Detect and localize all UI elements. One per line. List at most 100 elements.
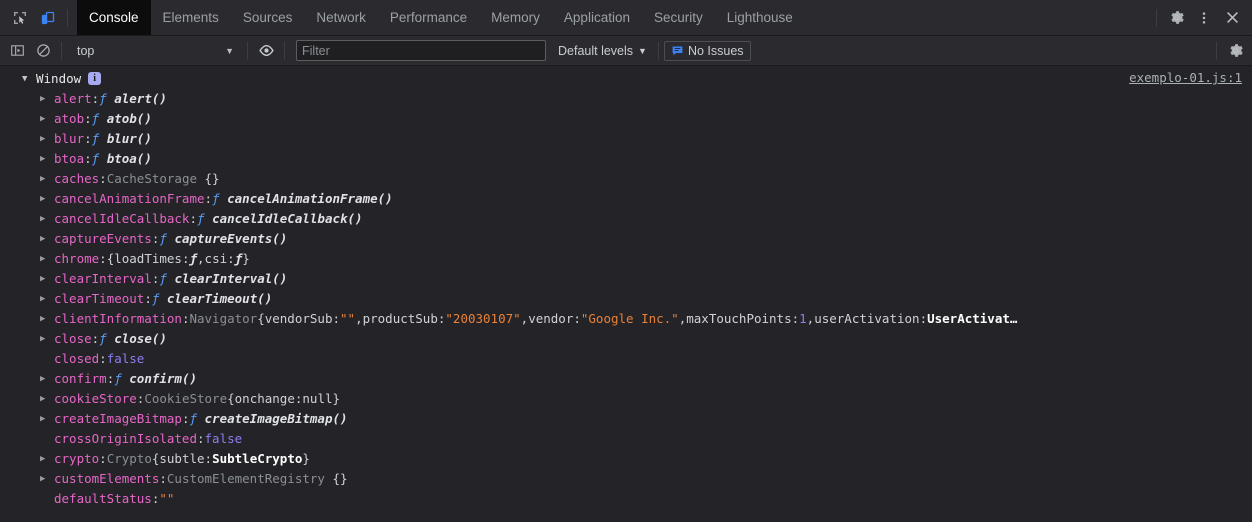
tab-security[interactable]: Security bbox=[642, 0, 715, 35]
tree-row-clearinterval[interactable]: ▶ clearInterval: ƒ clearInterval() bbox=[0, 269, 1252, 289]
function-keyword: ƒ bbox=[189, 411, 197, 426]
property-name: closed bbox=[54, 351, 100, 366]
chevron-right-icon-captureevents[interactable]: ▶ bbox=[40, 229, 54, 249]
class-name-crypto: Crypto bbox=[106, 451, 152, 466]
tree-row-window[interactable]: ▼ Window i bbox=[0, 69, 1252, 89]
source-link[interactable]: exemplo-01.js:1 bbox=[1129, 70, 1242, 85]
colon: : bbox=[84, 131, 92, 146]
preview-comma-1: , bbox=[197, 251, 205, 266]
tab-elements[interactable]: Elements bbox=[151, 0, 231, 35]
preview-key-vendorsub: vendorSub bbox=[264, 311, 333, 326]
filter-input[interactable] bbox=[296, 40, 546, 61]
issues-button[interactable]: No Issues bbox=[663, 40, 751, 61]
tab-console-label: Console bbox=[89, 10, 139, 25]
tree-row-defaultstatus[interactable]: defaultStatus: "" bbox=[0, 489, 1252, 509]
tab-lighthouse[interactable]: Lighthouse bbox=[715, 0, 805, 35]
tree-row-closed[interactable]: closed: false bbox=[0, 349, 1252, 369]
chevron-right-icon-chrome[interactable]: ▶ bbox=[40, 249, 54, 269]
tab-sources-label: Sources bbox=[242, 10, 293, 25]
colon: : bbox=[159, 471, 167, 486]
chevron-right-icon-cancelidlecallback[interactable]: ▶ bbox=[40, 209, 54, 229]
chevron-right-icon-customelements[interactable]: ▶ bbox=[40, 469, 54, 489]
tree-row-crossoriginisolated[interactable]: crossOriginIsolated: false bbox=[0, 429, 1252, 449]
tab-performance[interactable]: Performance bbox=[378, 0, 479, 35]
function-signature: blur() bbox=[106, 131, 152, 146]
more-options-icon[interactable] bbox=[1190, 4, 1218, 32]
chevron-right-icon-blur[interactable]: ▶ bbox=[40, 129, 54, 149]
colon: : bbox=[144, 291, 152, 306]
chevron-right-icon-createimagebitmap[interactable]: ▶ bbox=[40, 409, 54, 429]
gear-icon-console[interactable] bbox=[1222, 39, 1248, 63]
tree-row-cancelidlecallback[interactable]: ▶ cancelIdleCallback: ƒ cancelIdleCallbac… bbox=[0, 209, 1252, 229]
tree-row-chrome[interactable]: ▶ chrome: {loadTimes: ƒ, csi: ƒ} bbox=[0, 249, 1252, 269]
property-name: customElements bbox=[54, 471, 160, 486]
tree-row-cleartimeout[interactable]: ▶ clearTimeout: ƒ clearTimeout() bbox=[0, 289, 1252, 309]
tree-row-close[interactable]: ▶ close: ƒ close() bbox=[0, 329, 1252, 349]
tree-row-captureevents[interactable]: ▶ captureEvents: ƒ captureEvents() bbox=[0, 229, 1252, 249]
chevron-down-icon: ▼ bbox=[225, 45, 234, 56]
tree-row-btoa[interactable]: ▶ btoa: ƒ btoa() bbox=[0, 149, 1252, 169]
chevron-right-icon-atob[interactable]: ▶ bbox=[40, 109, 54, 129]
tree-row-crypto[interactable]: ▶ crypto: Crypto {subtle: SubtleCrypto} bbox=[0, 449, 1252, 469]
colon: : bbox=[84, 111, 92, 126]
inspect-element-icon[interactable] bbox=[6, 4, 34, 32]
chevron-right-icon-clearinterval[interactable]: ▶ bbox=[40, 269, 54, 289]
chevron-right-icon-cleartimeout[interactable]: ▶ bbox=[40, 289, 54, 309]
colon: : bbox=[181, 411, 190, 426]
tab-memory[interactable]: Memory bbox=[479, 0, 552, 35]
property-name: atob bbox=[54, 111, 85, 126]
live-expression-icon[interactable] bbox=[253, 39, 279, 63]
tree-row-blur[interactable]: ▶ blur: ƒ blur() bbox=[0, 129, 1252, 149]
chevron-right-icon-alert[interactable]: ▶ bbox=[40, 89, 54, 109]
clear-console-icon[interactable] bbox=[30, 39, 56, 63]
close-icon[interactable] bbox=[1218, 4, 1246, 32]
colon: : bbox=[151, 271, 160, 286]
function-signature: atob() bbox=[106, 111, 152, 126]
class-name-navigator: Navigator bbox=[189, 311, 258, 326]
preview-comma-1: , bbox=[355, 311, 363, 326]
chevron-right-icon-btoa[interactable]: ▶ bbox=[40, 149, 54, 169]
chevron-right-icon-close[interactable]: ▶ bbox=[40, 329, 54, 349]
execution-context-value: top bbox=[77, 43, 95, 58]
class-name: CustomElementRegistry bbox=[166, 471, 325, 486]
function-keyword: ƒ bbox=[151, 291, 160, 306]
tab-application[interactable]: Application bbox=[552, 0, 642, 35]
console-sidebar-icon[interactable] bbox=[4, 39, 30, 63]
tree-row-cancelanimationframe[interactable]: ▶ cancelAnimationFrame: ƒ cancelAnimation… bbox=[0, 189, 1252, 209]
tab-sources[interactable]: Sources bbox=[231, 0, 305, 35]
chevron-down-icon-window[interactable]: ▼ bbox=[22, 69, 36, 89]
device-toolbar-icon[interactable] bbox=[34, 4, 62, 32]
tree-row-confirm[interactable]: ▶ confirm: ƒ confirm() bbox=[0, 369, 1252, 389]
tree-row-cookiestore[interactable]: ▶ cookieStore: CookieStore {onchange: nul… bbox=[0, 389, 1252, 409]
gear-icon[interactable] bbox=[1162, 4, 1190, 32]
brace-open: { bbox=[151, 451, 160, 466]
chevron-right-icon-caches[interactable]: ▶ bbox=[40, 169, 54, 189]
tab-network-label: Network bbox=[316, 10, 366, 25]
preview-colon-1: : bbox=[332, 311, 340, 326]
tree-row-atob[interactable]: ▶ atob: ƒ atob() bbox=[0, 109, 1252, 129]
tree-row-createimagebitmap[interactable]: ▶ createImageBitmap: ƒ createImageBitmap(… bbox=[0, 409, 1252, 429]
function-signature: createImageBitmap() bbox=[204, 411, 348, 426]
tree-row-customelements[interactable]: ▶ customElements: CustomElementRegistry {… bbox=[0, 469, 1252, 489]
tree-row-alert[interactable]: ▶ alert: ƒ alert() bbox=[0, 89, 1252, 109]
preview-key-productsub: productSub bbox=[362, 311, 438, 326]
preview-colon-1: : bbox=[204, 451, 213, 466]
chevron-right-icon-cancelanimationframe[interactable]: ▶ bbox=[40, 189, 54, 209]
class-name-cookiestore: CookieStore bbox=[144, 391, 228, 406]
chevron-right-icon-confirm[interactable]: ▶ bbox=[40, 369, 54, 389]
tree-row-clientinformation[interactable]: ▶ clientInformation: Navigator {vendorSub… bbox=[0, 309, 1252, 329]
preview-key-maxtouchpoints: maxTouchPoints bbox=[686, 311, 792, 326]
tab-network[interactable]: Network bbox=[304, 0, 378, 35]
log-levels-select[interactable]: Default levels ▼ bbox=[552, 44, 653, 58]
chevron-right-icon-cookiestore[interactable]: ▶ bbox=[40, 389, 54, 409]
tree-row-caches[interactable]: ▶ caches: CacheStorage {} bbox=[0, 169, 1252, 189]
chevron-right-icon-crypto[interactable]: ▶ bbox=[40, 449, 54, 469]
tab-console[interactable]: Console bbox=[77, 0, 151, 35]
info-badge[interactable]: i bbox=[88, 71, 102, 85]
execution-context-select[interactable]: top ▼ bbox=[67, 40, 242, 62]
preview-value-useractivation: UserActivat… bbox=[927, 311, 1018, 326]
chevron-right-icon-clientinformation[interactable]: ▶ bbox=[40, 309, 54, 329]
console-output[interactable]: exemplo-01.js:1 ▼ Window i ▶ alert: ƒ alert… bbox=[0, 66, 1252, 522]
colon: : bbox=[181, 311, 190, 326]
colon: : bbox=[204, 191, 213, 206]
